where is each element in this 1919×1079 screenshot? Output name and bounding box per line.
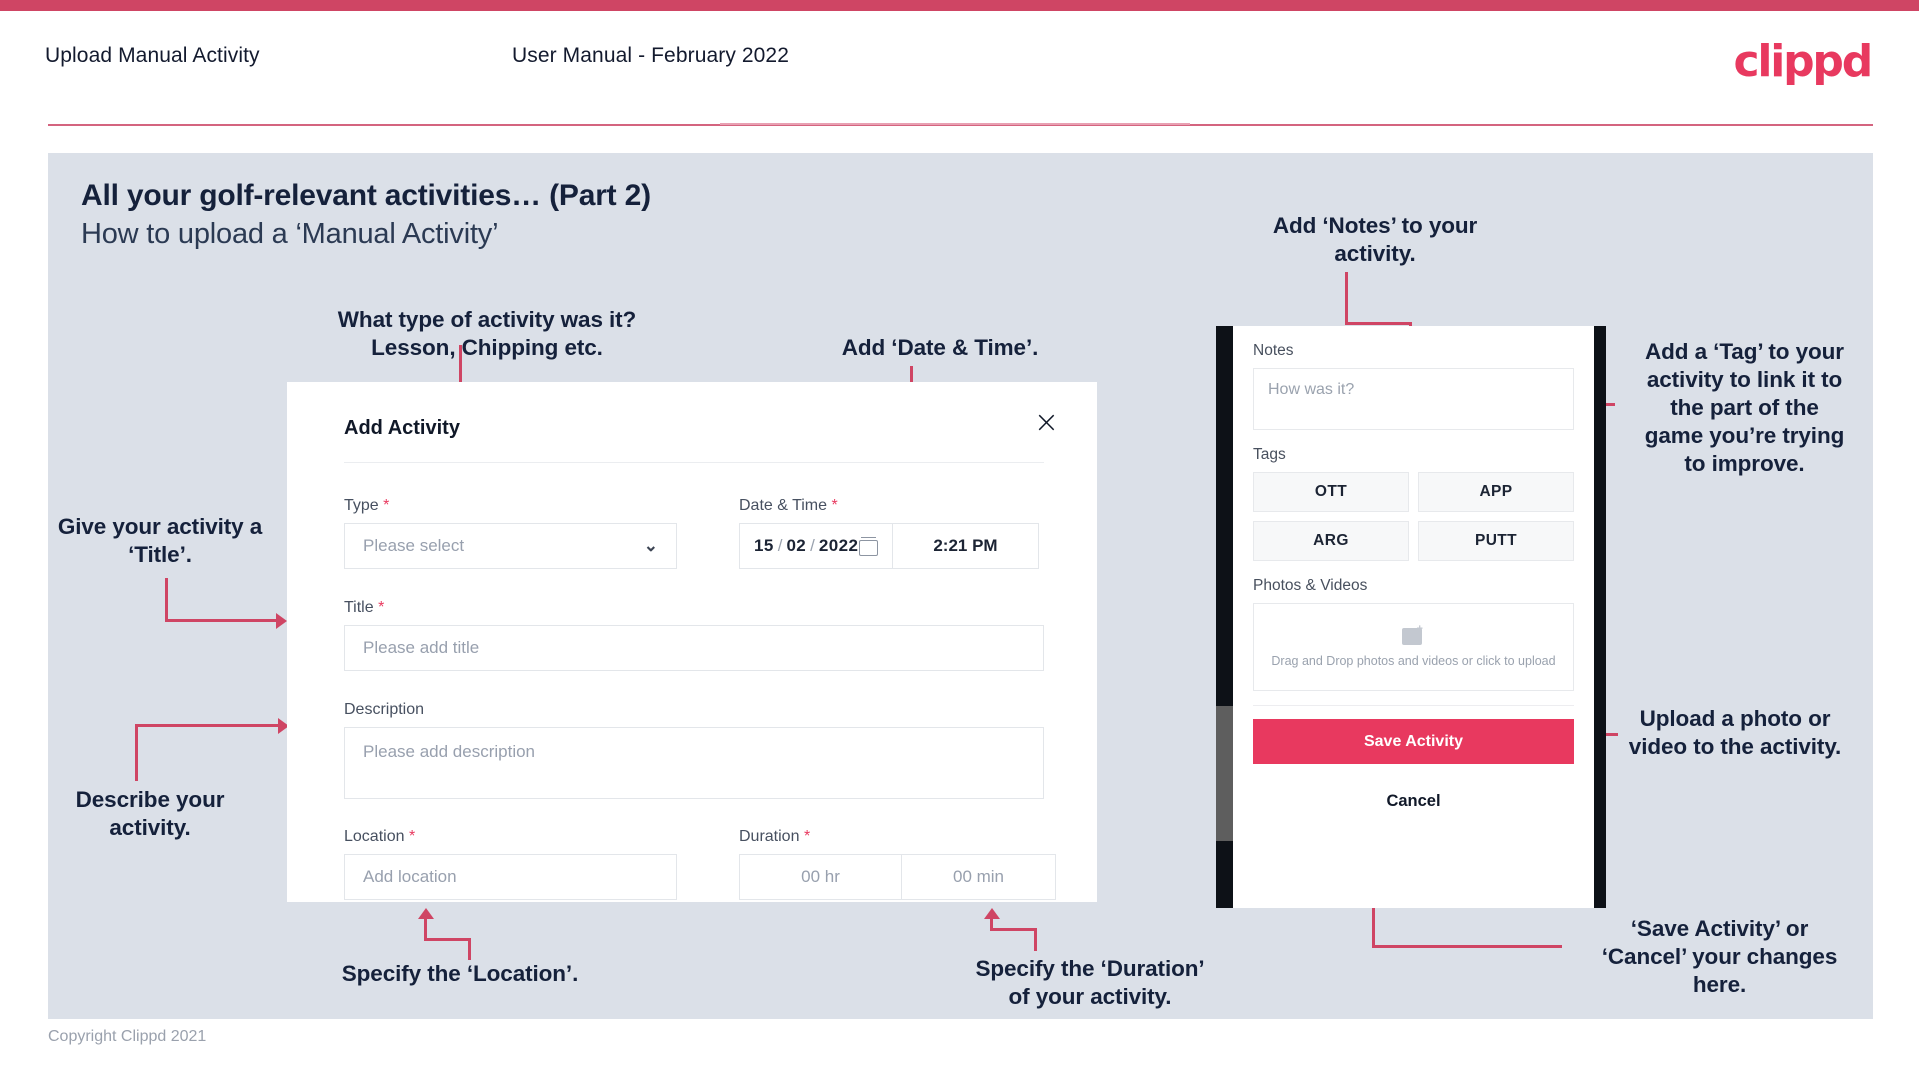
date-day: 15 bbox=[754, 536, 774, 555]
field-location: Location * Add location bbox=[344, 828, 677, 900]
slide-subheading: How to upload a ‘Manual Activity’ bbox=[81, 218, 499, 250]
required-marker-type: * bbox=[383, 497, 390, 514]
slide-page: Upload Manual Activity User Manual - Feb… bbox=[0, 0, 1919, 1079]
photo-upload-dropzone[interactable]: + Drag and Drop photos and videos or cli… bbox=[1253, 603, 1574, 691]
top-accent-bar bbox=[0, 0, 1919, 11]
annotation-datetime: Add ‘Date & Time’. bbox=[841, 335, 1039, 360]
chevron-down-icon: ⌄ bbox=[643, 536, 658, 555]
annotation-desc-line-h bbox=[135, 724, 280, 727]
header-divider-light bbox=[720, 123, 1190, 125]
phone-tags-label: Tags bbox=[1253, 446, 1286, 463]
label-datetime: Date & Time * bbox=[739, 497, 838, 514]
type-placeholder: Please select bbox=[363, 536, 465, 555]
cancel-button[interactable]: Cancel bbox=[1253, 792, 1574, 811]
image-add-icon: + bbox=[1401, 623, 1426, 647]
dialog-divider bbox=[344, 462, 1044, 463]
annotation-upload: Upload a photo or video to the activity. bbox=[1628, 706, 1842, 759]
save-activity-button[interactable]: Save Activity bbox=[1253, 719, 1574, 764]
field-datetime: Date & Time * 15 / 02 / 2022 2:21 PM bbox=[739, 497, 1039, 569]
clippd-logo: clippd bbox=[1733, 36, 1873, 87]
duration-minutes-value: 00 min bbox=[952, 867, 1005, 886]
annotation-location-line-v1 bbox=[424, 918, 427, 940]
annotation-desc-line-v bbox=[135, 726, 138, 781]
phone-divider bbox=[1253, 705, 1574, 706]
location-placeholder: Add location bbox=[363, 867, 457, 886]
description-placeholder: Please add description bbox=[363, 742, 536, 761]
annotation-duration-line-h bbox=[990, 928, 1037, 931]
time-input[interactable]: 2:21 PM bbox=[892, 523, 1039, 569]
annotation-duration: Specify the ‘Duration’ of your activity. bbox=[975, 956, 1205, 1009]
date-separator-1: / bbox=[777, 536, 783, 555]
required-marker-duration: * bbox=[803, 828, 811, 845]
phone-mockup: Notes How was it? Tags OTT APP ARG PUTT … bbox=[1216, 326, 1606, 908]
dialog-title: Add Activity bbox=[344, 417, 460, 439]
phone-tags-grid: OTT APP ARG PUTT bbox=[1253, 472, 1574, 561]
annotation-save-cancel: ‘Save Activity’ or ‘Cancel’ your changes… bbox=[1601, 916, 1838, 997]
field-title: Title * Please add title bbox=[344, 599, 1044, 671]
phone-notes-placeholder: How was it? bbox=[1268, 381, 1355, 398]
title-input[interactable]: Please add title bbox=[344, 625, 1044, 671]
field-duration: Duration * 00 hr 00 min bbox=[739, 828, 1059, 900]
date-month: 02 bbox=[786, 536, 807, 555]
duration-hours-value: 00 hr bbox=[801, 867, 840, 886]
field-type: Type * Please select ⌄ bbox=[344, 497, 677, 569]
date-separator-2: / bbox=[810, 536, 815, 555]
tag-button-putt[interactable]: PUTT bbox=[1418, 521, 1574, 561]
annotation-type: What type of activity was it? Lesson, Ch… bbox=[337, 307, 637, 360]
tag-button-ott[interactable]: OTT bbox=[1253, 472, 1409, 512]
label-type: Type * bbox=[344, 497, 390, 514]
annotation-title: Give your activity a ‘Title’. bbox=[57, 514, 263, 567]
annotation-title-line-h bbox=[165, 619, 278, 622]
annotation-notes-line-h bbox=[1345, 322, 1412, 325]
annotation-notes: Add ‘Notes’ to your activity. bbox=[1272, 213, 1478, 266]
calendar-icon[interactable] bbox=[858, 536, 878, 556]
annotation-tags: Add a ‘Tag’ to your activity to link it … bbox=[1644, 339, 1845, 476]
required-marker-datetime: * bbox=[831, 497, 838, 514]
phone-edge-gray-segment bbox=[1216, 706, 1233, 841]
phone-screen: Notes How was it? Tags OTT APP ARG PUTT … bbox=[1233, 326, 1594, 908]
tag-button-app[interactable]: APP bbox=[1418, 472, 1574, 512]
add-activity-dialog: Add Activity × Type * Please select ⌄ Da… bbox=[287, 382, 1097, 902]
phone-edge-left bbox=[1216, 326, 1233, 908]
duration-minutes-input[interactable]: 00 min bbox=[902, 854, 1056, 900]
duration-hours-input[interactable]: 00 hr bbox=[739, 854, 902, 900]
annotation-duration-line-v1 bbox=[990, 918, 993, 931]
annotation-duration-arrowhead bbox=[984, 908, 1000, 919]
required-marker-location: * bbox=[408, 828, 416, 845]
tag-button-arg[interactable]: ARG bbox=[1253, 521, 1409, 561]
annotation-notes-line-v1 bbox=[1345, 272, 1348, 325]
phone-photos-label: Photos & Videos bbox=[1253, 577, 1368, 594]
label-title: Title * bbox=[344, 599, 385, 616]
page-title: Upload Manual Activity bbox=[45, 44, 260, 67]
close-icon[interactable]: × bbox=[1034, 408, 1059, 438]
annotation-title-arrowhead bbox=[276, 613, 287, 629]
annotation-description: Describe your activity. bbox=[75, 787, 225, 840]
field-description: Description Please add description bbox=[344, 701, 1044, 799]
header-subtitle: User Manual - February 2022 bbox=[512, 44, 789, 67]
time-value: 2:21 PM bbox=[933, 536, 998, 555]
copyright-text: Copyright Clippd 2021 bbox=[48, 1028, 207, 1045]
annotation-title-line-v bbox=[165, 578, 168, 622]
annotation-location-line-v2 bbox=[468, 938, 471, 960]
title-placeholder: Please add title bbox=[363, 638, 480, 657]
slide-heading: All your golf-relevant activities… (Part… bbox=[81, 179, 651, 212]
annotation-duration-line-v2 bbox=[1034, 928, 1037, 951]
required-marker-title: * bbox=[378, 599, 385, 616]
description-textarea[interactable]: Please add description bbox=[344, 727, 1044, 799]
upload-instruction-text: Drag and Drop photos and videos or click… bbox=[1271, 653, 1556, 668]
phone-notes-label: Notes bbox=[1253, 342, 1294, 359]
phone-edge-right bbox=[1594, 326, 1606, 908]
label-location: Location * bbox=[344, 828, 416, 845]
label-duration: Duration * bbox=[739, 828, 811, 845]
annotation-location-line-h bbox=[424, 938, 471, 941]
location-input[interactable]: Add location bbox=[344, 854, 677, 900]
annotation-save-line-h bbox=[1372, 945, 1562, 948]
annotation-location: Specify the ‘Location’. bbox=[341, 961, 579, 986]
phone-notes-input[interactable]: How was it? bbox=[1253, 368, 1574, 430]
date-year: 2022 bbox=[818, 536, 859, 555]
label-description: Description bbox=[344, 701, 425, 718]
annotation-location-arrowhead bbox=[418, 908, 434, 919]
date-input[interactable]: 15 / 02 / 2022 bbox=[739, 523, 893, 569]
type-select[interactable]: Please select ⌄ bbox=[344, 523, 677, 569]
